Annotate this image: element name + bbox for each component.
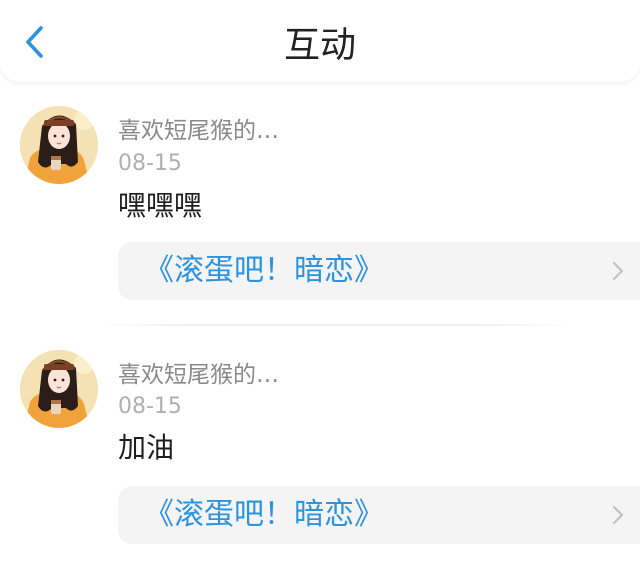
comment-date: 08-15	[118, 151, 182, 176]
chevron-right-icon	[612, 505, 624, 525]
comment-text: 嘿嘿嘿	[118, 189, 203, 222]
comment-username[interactable]: 喜欢短尾猴的…	[118, 116, 279, 146]
page: 互动 喜欢短尾猴的… 08-15 嘿嘿嘿 《滚蛋吧！暗恋》 喜欢短尾猴的… 08…	[0, 0, 640, 566]
avatar[interactable]	[20, 106, 98, 184]
book-link-card[interactable]: 《滚蛋吧！暗恋》	[118, 486, 640, 544]
divider	[96, 324, 572, 326]
avatar-illustration	[20, 106, 98, 184]
book-link-title: 《滚蛋吧！暗恋》	[144, 497, 384, 532]
comment-username[interactable]: 喜欢短尾猴的…	[118, 360, 279, 390]
avatar-illustration	[20, 350, 98, 428]
book-link-card[interactable]: 《滚蛋吧！暗恋》	[118, 242, 640, 300]
avatar[interactable]	[20, 350, 98, 428]
page-title: 互动	[283, 25, 356, 66]
comment-text: 加油	[118, 431, 175, 464]
book-link-title: 《滚蛋吧！暗恋》	[144, 253, 384, 288]
chevron-right-icon	[612, 261, 624, 281]
comment-date: 08-15	[118, 394, 182, 419]
header-bar: 互动	[0, 0, 640, 82]
